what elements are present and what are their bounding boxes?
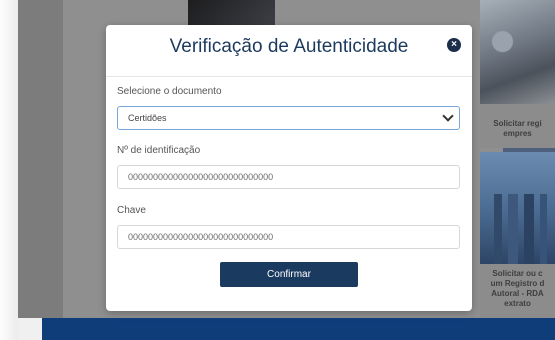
close-icon[interactable]: × bbox=[447, 38, 461, 52]
document-select-value: Certidões bbox=[128, 113, 167, 123]
card-title-line: Solicitar ou c bbox=[492, 269, 543, 278]
document-label: Selecione o documento bbox=[117, 86, 222, 97]
header-divider bbox=[106, 76, 472, 77]
card-title-line: Autoral - RDA bbox=[491, 289, 544, 298]
key-label: Chave bbox=[117, 205, 146, 216]
service-card-registro-autoral[interactable]: Solicitar ou c um Registro d Autoral - R… bbox=[480, 152, 555, 318]
key-input[interactable]: 00000000000000000000000000000 bbox=[117, 225, 460, 249]
chevron-down-icon bbox=[442, 110, 454, 122]
confirm-button[interactable]: Confirmar bbox=[220, 262, 358, 287]
overlay-left-panel bbox=[18, 0, 63, 318]
document-select[interactable]: Certidões bbox=[117, 106, 460, 130]
card-title-line: empres bbox=[503, 129, 532, 138]
footer-bar bbox=[42, 318, 555, 340]
card-title-line: Solicitar regi bbox=[493, 119, 542, 128]
background-image-dark bbox=[188, 0, 275, 26]
authenticity-modal: Verificação de Autenticidade × Selecione… bbox=[106, 25, 472, 311]
card-title-line: extrato bbox=[504, 299, 531, 308]
office-image bbox=[480, 0, 555, 104]
page-left-edge bbox=[0, 0, 18, 340]
city-image bbox=[480, 152, 555, 264]
card-title-line: um Registro d bbox=[490, 279, 545, 288]
service-card-registro-empresa[interactable]: Solicitar regi empres bbox=[480, 0, 555, 148]
id-label: Nº de identificação bbox=[117, 145, 201, 156]
modal-title: Verificação de Autenticidade bbox=[169, 36, 409, 57]
id-input[interactable]: 00000000000000000000000000000 bbox=[117, 165, 460, 189]
